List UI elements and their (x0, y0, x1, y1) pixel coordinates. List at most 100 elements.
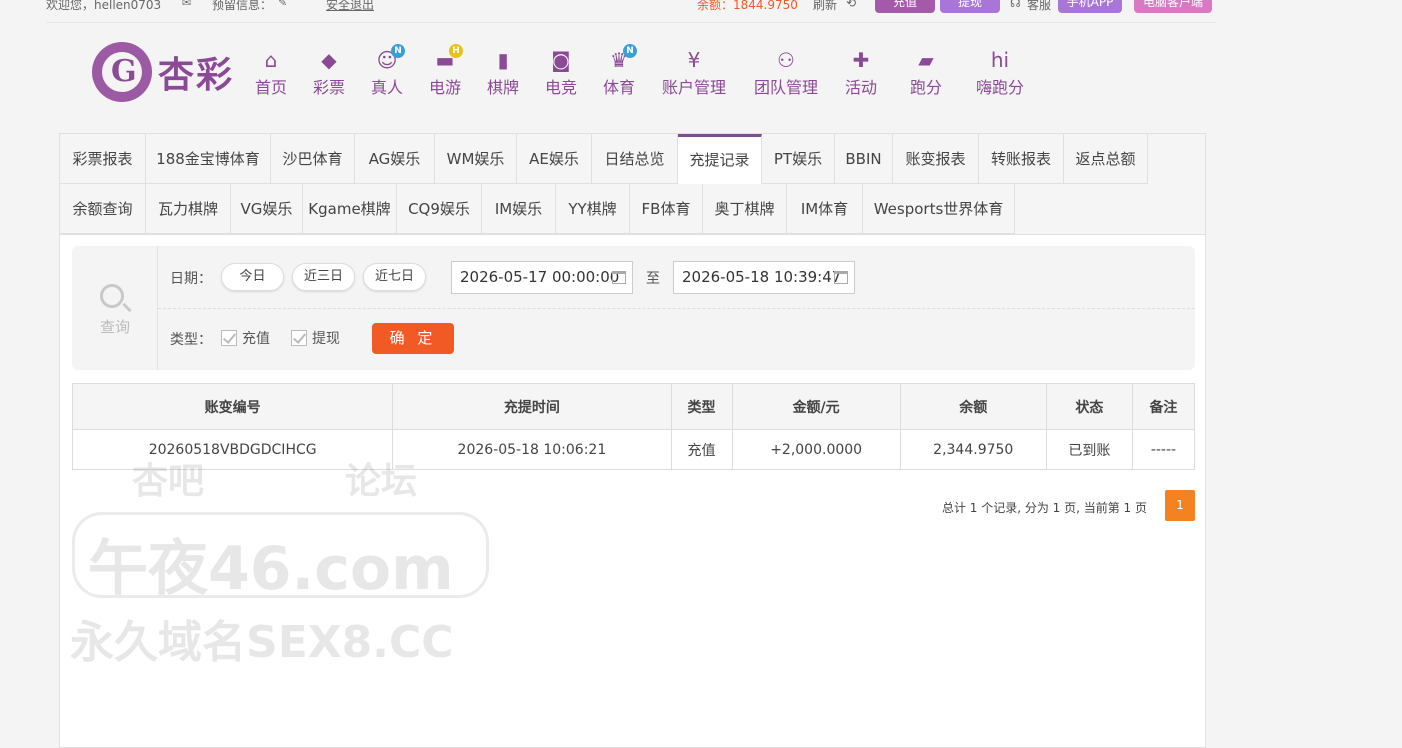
tab-9-50[interactable]: IM体育 (787, 184, 863, 234)
pagination-summary: 总计 1 个记录, 分为 1 页, 当前第 1 页 (941, 501, 1147, 515)
nav-esports[interactable]: ◙ 电竞 (541, 48, 581, 98)
pc-client-button[interactable]: 电脑客户端 (1134, 0, 1212, 13)
logout-link[interactable]: 安全退出 (326, 0, 374, 13)
tab-7-0[interactable]: 充提记录 (678, 134, 762, 184)
col-status[interactable]: 状态 (1045, 383, 1133, 430)
tab-5-50[interactable]: IM娱乐 (482, 184, 556, 234)
nav-hi[interactable]: hi 嗨跑分 (972, 48, 1029, 98)
report-tabs: 彩票报表 188金宝博体育 沙巴体育 AG娱乐 WM娱乐 AE娱乐 日结总览 充提记录 PT娱乐… (60, 134, 1205, 235)
refresh-link[interactable]: 刷新 (813, 0, 837, 13)
nav-trophy[interactable]: ♛ N 体育 (599, 44, 639, 98)
table-header-row: 账变编号 充提时间 类型 金额/元 余额 状态 备注 (71, 383, 1196, 430)
nav-team[interactable]: ⚇ 团队管理 (749, 48, 823, 98)
nav-cards[interactable]: ▮ 棋牌 (483, 48, 523, 98)
confirm-button[interactable]: 确 定 (372, 323, 454, 354)
tab-1-50[interactable]: 瓦力棋牌 (146, 184, 231, 234)
welcome-text: 欢迎您，hellen0703 (46, 0, 162, 12)
tab-12-0[interactable]: 返点总额 (1064, 134, 1148, 184)
nav-label: 电竞 (544, 78, 577, 97)
checkbox-icon[interactable] (291, 330, 307, 346)
tab-7-50[interactable]: FB体育 (630, 184, 703, 234)
row-note: ----- (1131, 429, 1196, 470)
tab-6-0[interactable]: 日结总览 (592, 134, 678, 184)
to-label: 至 (646, 271, 660, 287)
checkbox-icon[interactable] (221, 330, 237, 346)
tab-4-50[interactable]: CQ9娱乐 (397, 184, 482, 234)
nav-label: 彩票 (312, 78, 345, 97)
nav-car[interactable]: ▰ 跑分 (906, 48, 946, 98)
site-logo[interactable]: G 杏彩 (92, 42, 252, 102)
refresh-icon[interactable]: ⟲ (846, 0, 856, 10)
row-amount: +2,000.0000 (731, 429, 901, 470)
trophy-icon: ♛ N (599, 44, 639, 72)
tab-4-0[interactable]: WM娱乐 (435, 134, 517, 184)
query-divider (158, 308, 1195, 309)
col-note[interactable]: 备注 (1131, 383, 1196, 430)
tab-8-50[interactable]: 奥丁棋牌 (703, 184, 787, 234)
tab-1-0[interactable]: 188金宝博体育 (146, 134, 271, 184)
tab-2-50[interactable]: VG娱乐 (231, 184, 303, 234)
search-icon (100, 284, 124, 308)
service-link[interactable]: 客服 (1027, 0, 1051, 13)
nav-label: 体育 (602, 78, 635, 97)
edit-icon[interactable]: ✎ (278, 0, 287, 9)
row-type: 充值 (670, 429, 733, 470)
query-header: 查询 (72, 246, 158, 370)
nav-badge: N (623, 44, 637, 58)
mobile-app-button[interactable]: 手机APP (1058, 0, 1122, 13)
deposit-button[interactable]: 充值 (875, 0, 935, 13)
nav-yen[interactable]: ¥ 账户管理 (657, 48, 731, 98)
nav-label: 活动 (844, 78, 877, 97)
nav-live[interactable]: ☺ N 真人 (367, 44, 407, 98)
top-divider (46, 22, 1216, 23)
col-balance[interactable]: 余额 (899, 383, 1047, 430)
nav-badge: H (449, 44, 463, 58)
logo-emblem: G (92, 42, 152, 102)
cards-icon: ▮ (497, 48, 509, 72)
top-bar: 欢迎您，hellen0703 ✉ 预留信息： ✎ 安全退出 余额：1844.97… (0, 0, 1402, 14)
page-button-current[interactable]: 1 (1165, 490, 1195, 521)
tab-11-0[interactable]: 转账报表 (979, 134, 1064, 184)
gift-icon: ✚ (852, 48, 870, 72)
withdraw-button[interactable]: 提现 (940, 0, 1000, 13)
col-id[interactable]: 账变编号 (71, 383, 394, 430)
row-time: 2026-05-18 10:06:21 (392, 429, 672, 470)
tab-8-0[interactable]: PT娱乐 (762, 134, 835, 184)
nav-home[interactable]: ⌂ 首页 (251, 48, 291, 98)
date-label: 日期： (170, 271, 212, 287)
tab-2-0[interactable]: 沙巴体育 (271, 134, 355, 184)
reserved-info: 预留信息： (212, 0, 273, 12)
query-title: 查询 (99, 318, 130, 336)
nav-lottery[interactable]: ◆ 彩票 (309, 48, 349, 98)
calendar-icon[interactable] (612, 271, 626, 284)
quick-today-button[interactable]: 今日 (221, 263, 284, 291)
tab-10-0[interactable]: 账变报表 (893, 134, 979, 184)
col-type[interactable]: 类型 (670, 383, 733, 430)
tab-3-0[interactable]: AG娱乐 (355, 134, 435, 184)
tab-0-0[interactable]: 彩票报表 (60, 134, 146, 184)
tab-10-50[interactable]: Wesports世界体育 (863, 184, 1015, 234)
nav-gamepad[interactable]: ▬ H 电游 (425, 44, 465, 98)
tab-6-50[interactable]: YY棋牌 (556, 184, 630, 234)
col-amount[interactable]: 金额/元 (731, 383, 901, 430)
withdraw-checkbox[interactable]: 提现 (291, 328, 340, 348)
tab-9-0[interactable]: BBIN (835, 134, 893, 184)
nav-label: 团队管理 (753, 78, 818, 97)
mail-icon[interactable]: ✉ (182, 0, 191, 9)
team-icon: ⚇ (777, 48, 795, 72)
tab-0-50[interactable]: 余额查询 (60, 184, 146, 234)
deposit-checkbox[interactable]: 充值 (221, 328, 270, 348)
hi-icon: hi (990, 48, 1010, 72)
calendar-icon[interactable] (834, 271, 848, 284)
quick-7days-button[interactable]: 近七日 (363, 263, 426, 291)
end-date-input[interactable]: 2026-05-18 10:39:47 (673, 261, 855, 294)
start-date-input[interactable]: 2026-05-17 00:00:00 (451, 261, 633, 294)
headset-icon[interactable]: ☊ (1010, 0, 1021, 10)
yen-icon: ¥ (687, 48, 701, 72)
tab-3-50[interactable]: Kgame棋牌 (303, 184, 397, 234)
nav-gift[interactable]: ✚ 活动 (841, 48, 881, 98)
col-time[interactable]: 充提时间 (392, 383, 672, 430)
quick-3days-button[interactable]: 近三日 (292, 263, 355, 291)
esports-icon: ◙ (551, 48, 571, 72)
tab-5-0[interactable]: AE娱乐 (517, 134, 592, 184)
